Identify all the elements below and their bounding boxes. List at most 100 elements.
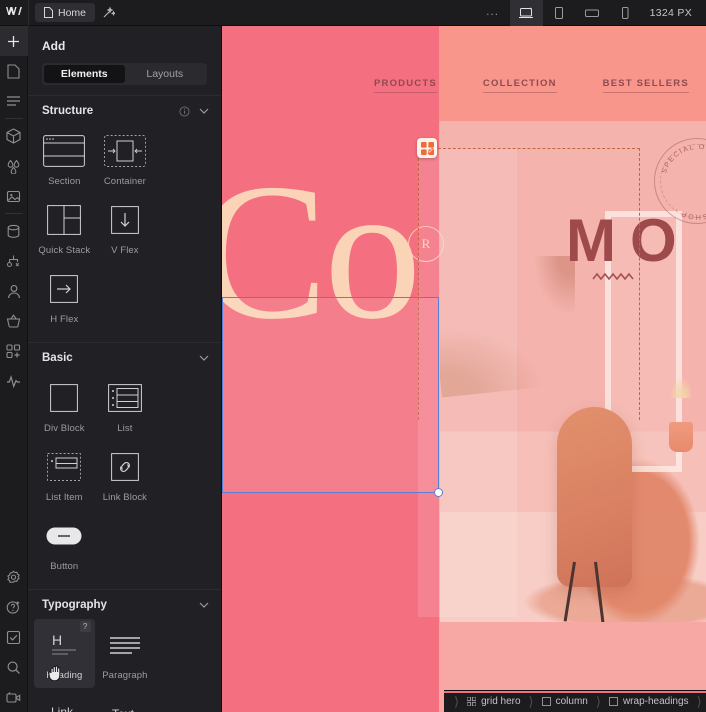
tab-elements[interactable]: Elements xyxy=(44,65,125,83)
group-structure-label: Structure xyxy=(42,105,94,117)
breakpoint-tablet[interactable] xyxy=(543,0,576,26)
add-panel-scroll[interactable]: Structure Section Container Quick Stack … xyxy=(28,95,221,712)
text-block-icon: Text xyxy=(105,692,145,712)
button-icon xyxy=(46,514,82,558)
overflow-menu-button[interactable]: ... xyxy=(476,5,510,21)
rail-help[interactable] xyxy=(0,592,28,622)
nav-link-best-sellers[interactable]: BEST SELLERS xyxy=(602,78,689,93)
element-tile-link-block[interactable]: Link Block xyxy=(95,441,156,510)
element-tile-section[interactable]: Section xyxy=(34,125,95,194)
group-basic-tiles: Div Block List List Item Link Block Butt… xyxy=(28,372,221,589)
arrow-right-icon xyxy=(50,267,79,311)
element-tile-container[interactable]: Container xyxy=(95,125,156,194)
element-tile-label: V Flex xyxy=(111,245,139,256)
checkbox-icon xyxy=(6,630,21,644)
webflow-logo-icon[interactable] xyxy=(0,0,28,26)
activity-icon xyxy=(7,374,20,388)
vase-decor xyxy=(668,421,693,452)
group-structure-header[interactable]: Structure xyxy=(28,96,221,125)
element-tile-label: H Flex xyxy=(50,314,79,325)
selection-resize-handle[interactable] xyxy=(434,488,443,497)
sprig-decor xyxy=(667,371,696,398)
element-tile-text-block[interactable]: Text Text Block xyxy=(95,688,156,712)
element-tile-list[interactable]: List xyxy=(95,372,156,441)
rail-ecommerce[interactable] xyxy=(0,306,28,336)
nav-link-products[interactable]: PRODUCTS xyxy=(374,78,437,93)
breadcrumb-item-truncated[interactable] xyxy=(444,691,454,712)
chevron-down-icon[interactable] xyxy=(199,355,209,361)
tab-layouts[interactable]: Layouts xyxy=(125,65,206,83)
element-tile-div-block[interactable]: Div Block xyxy=(34,372,95,441)
element-tile-h-flex[interactable]: H Flex xyxy=(34,263,95,332)
rail-add-elements[interactable] xyxy=(0,26,28,56)
group-typography-tiles: ? H Heading Paragraph Link xyxy=(28,619,221,712)
breadcrumb-item-column[interactable]: column xyxy=(534,691,596,712)
breakpoint-mobile-portrait[interactable] xyxy=(609,0,642,26)
element-tile-quick-stack[interactable]: Quick Stack xyxy=(34,194,95,263)
element-tile-label: List Item xyxy=(45,492,83,503)
rail-checklist[interactable] xyxy=(0,622,28,652)
svg-text:H: H xyxy=(52,632,62,648)
logic-node-icon xyxy=(6,255,20,267)
rail-apps[interactable] xyxy=(0,336,28,366)
nav-link-collection[interactable]: COLLECTION xyxy=(482,78,557,93)
question-plus-icon xyxy=(6,600,20,614)
basket-icon xyxy=(6,314,21,328)
element-breadcrumb-bar: ⟩ grid hero ⟩ column ⟩ wrap-headings ⟩ xyxy=(444,690,706,712)
webflow-designer: Home ... 1324 PX Add Elements Layouts St… xyxy=(0,0,706,712)
chair xyxy=(557,406,632,587)
breadcrumb-label: wrap-headings xyxy=(622,696,689,707)
breadcrumb-item-wrap-headings[interactable]: wrap-headings xyxy=(601,691,697,712)
element-tile-label: Button xyxy=(50,561,79,572)
add-panel: Add Elements Layouts Structure Section C… xyxy=(28,26,222,712)
element-tile-button[interactable]: Button xyxy=(34,510,95,579)
arrow-down-icon xyxy=(110,198,139,242)
group-typography-header[interactable]: Typography xyxy=(28,590,221,619)
rail-components[interactable] xyxy=(0,121,28,151)
designer-body: Add Elements Layouts Structure Section C… xyxy=(0,26,706,712)
element-tile-paragraph[interactable]: Paragraph xyxy=(95,619,156,688)
rail-logic[interactable] xyxy=(0,246,28,276)
heading-icon: H xyxy=(47,623,81,667)
group-typography-label: Typography xyxy=(42,599,107,611)
element-tile-v-flex[interactable]: V Flex xyxy=(95,194,156,263)
plus-icon xyxy=(8,35,19,47)
rail-cms[interactable] xyxy=(0,216,28,246)
group-structure: Structure Section Container Quick Stack … xyxy=(28,95,221,342)
design-canvas[interactable]: PRODUCTS COLLECTION BEST SELLERS ABOUT S… xyxy=(222,26,706,712)
breadcrumb-item-grid-hero[interactable]: grid hero xyxy=(459,691,528,712)
element-tile-text-link[interactable]: Link Text Link xyxy=(34,688,95,712)
rail-users[interactable] xyxy=(0,276,28,306)
user-icon xyxy=(7,284,20,298)
rail-assets[interactable] xyxy=(0,181,28,211)
rail-settings[interactable] xyxy=(0,562,28,592)
breakpoint-desktop[interactable] xyxy=(509,0,543,26)
viewport-width-label[interactable]: 1324 PX xyxy=(642,7,706,19)
chevron-down-icon[interactable] xyxy=(199,602,209,608)
rail-pages[interactable] xyxy=(0,56,28,86)
left-rail xyxy=(0,26,28,712)
element-tile-heading[interactable]: ? H Heading xyxy=(34,619,95,688)
rail-video[interactable] xyxy=(0,682,28,712)
element-tile-label: Container xyxy=(103,176,146,187)
rail-style-variables[interactable] xyxy=(0,151,28,181)
group-basic-header[interactable]: Basic xyxy=(28,343,221,372)
breadcrumb-item-div-block[interactable]: Div Block xyxy=(702,691,706,712)
top-bar: Home ... 1324 PX xyxy=(0,0,706,26)
link-block-icon xyxy=(110,445,139,489)
image-icon xyxy=(6,190,21,203)
rail-search[interactable] xyxy=(0,652,28,682)
breadcrumb-label: grid hero xyxy=(481,696,521,707)
chevron-down-icon[interactable] xyxy=(199,108,209,114)
magic-wand-icon[interactable] xyxy=(97,3,119,22)
help-badge[interactable]: ? xyxy=(79,621,91,632)
group-structure-tiles: Section Container Quick Stack V Flex H F… xyxy=(28,125,221,342)
info-icon[interactable] xyxy=(179,105,190,117)
rail-navigator[interactable] xyxy=(0,86,28,116)
page-tab-home[interactable]: Home xyxy=(35,3,96,22)
topbar-left-group: Home xyxy=(28,0,119,26)
element-tile-list-item[interactable]: List Item xyxy=(34,441,95,510)
breakpoint-mobile-landscape[interactable] xyxy=(576,0,609,26)
grid-edit-badge[interactable] xyxy=(417,138,437,158)
rail-audits[interactable] xyxy=(0,366,28,396)
